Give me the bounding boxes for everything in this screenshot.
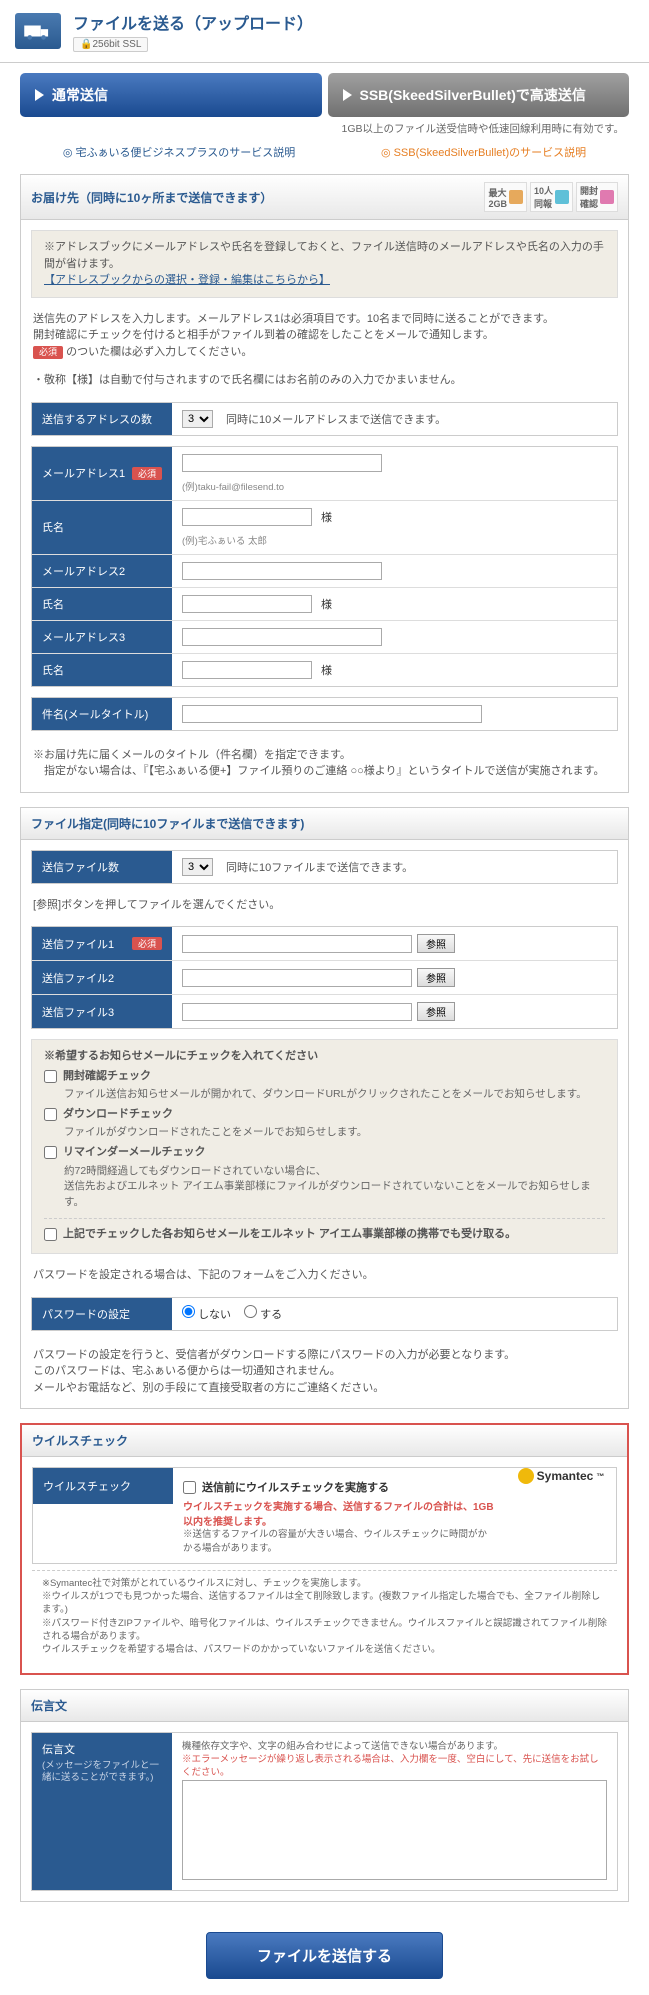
addressbook-note: ※アドレスブックにメールアドレスや氏名を登録しておくと、ファイル送信時のメールア… [44, 239, 605, 272]
label-file-count: 送信ファイル数 [32, 851, 172, 883]
feature-badges: 最大2GB 10人同報 開封確認 [484, 182, 618, 212]
input-addr3[interactable] [182, 628, 382, 646]
radio-pw-no[interactable] [182, 1305, 195, 1318]
textarea-message[interactable] [182, 1780, 607, 1880]
page-header: ファイルを送る（アップロード） 🔒256bit SSL [0, 0, 649, 63]
input-file1[interactable] [182, 935, 412, 953]
section-virus: ウイルスチェック ウイルスチェック 送信前にウイルスチェックを実施する ウイルス… [20, 1423, 629, 1674]
input-name2[interactable] [182, 595, 312, 613]
input-file3[interactable] [182, 1003, 412, 1021]
radio-pw-yes[interactable] [244, 1305, 257, 1318]
dest-header: お届け先（同時に10ヶ所まで送信できます） [31, 189, 272, 206]
tab-normal-send[interactable]: 通常送信 [20, 73, 322, 117]
truck-icon [15, 13, 61, 49]
browse-btn-2[interactable]: 参照 [417, 968, 455, 987]
input-subject[interactable] [182, 705, 482, 723]
label-msg: 伝言文 [42, 1744, 75, 1756]
section-files: ファイル指定(同時に10ファイルまで送信できます) 送信ファイル数 3 同時に1… [20, 807, 629, 1410]
virus-header: ウイルスチェック [22, 1425, 627, 1457]
input-file2[interactable] [182, 969, 412, 987]
label-name3: 氏名 [32, 654, 172, 686]
chk-mobile[interactable] [44, 1228, 57, 1241]
label-virus: ウイルスチェック [33, 1468, 173, 1504]
browse-btn-3[interactable]: 参照 [417, 1002, 455, 1021]
label-addr-count: 送信するアドレスの数 [32, 403, 172, 435]
input-addr2[interactable] [182, 562, 382, 580]
msg-header: 伝言文 [21, 1690, 628, 1722]
ssb-subtitle: 1GB以上のファイル送受信時や低速回線利用時に有効です。 [0, 121, 649, 138]
label-file3: 送信ファイル3 [32, 995, 172, 1028]
files-header: ファイル指定(同時に10ファイルまで送信できます) [21, 808, 628, 840]
chk-download[interactable] [44, 1108, 57, 1121]
label-addr1: メールアドレス1 [42, 465, 125, 481]
label-subject: 件名(メールタイトル) [32, 698, 172, 730]
label-file1: 送信ファイル1 [42, 936, 114, 952]
addressbook-link[interactable]: 【アドレスブックからの選択・登録・編集はこちらから】 [44, 274, 330, 286]
browse-btn-1[interactable]: 参照 [417, 934, 455, 953]
chk-reminder[interactable] [44, 1146, 57, 1159]
label-addr2: メールアドレス2 [32, 555, 172, 587]
section-message: 伝言文 伝言文 (メッセージをファイルと一緒に送ることができます。) 機種依存文… [20, 1689, 629, 1902]
link-ssb-service[interactable]: ◎SSB(SkeedSilverBullet)のサービス説明 [381, 144, 586, 160]
select-file-count[interactable]: 3 [182, 858, 213, 876]
section-destination: お届け先（同時に10ヶ所まで送信できます） 最大2GB 10人同報 開封確認 ※… [20, 174, 629, 793]
submit-button[interactable]: ファイルを送信する [206, 1932, 443, 1979]
chk-virus[interactable] [183, 1481, 196, 1494]
label-name2: 氏名 [32, 588, 172, 620]
label-name1: 氏名 [32, 501, 172, 554]
input-name1[interactable] [182, 508, 312, 526]
input-name3[interactable] [182, 661, 312, 679]
input-addr1[interactable] [182, 454, 382, 472]
tab-ssb-send[interactable]: SSB(SkeedSilverBullet)で高速送信 [328, 73, 630, 117]
label-file2: 送信ファイル2 [32, 961, 172, 994]
link-biz-service[interactable]: ◎宅ふぁいる便ビジネスプラスのサービス説明 [63, 144, 295, 160]
chk-open-confirm[interactable] [44, 1070, 57, 1083]
select-addr-count[interactable]: 3 [182, 410, 213, 428]
page-title: ファイルを送る（アップロード） [73, 10, 634, 34]
ssl-badge: 🔒256bit SSL [73, 37, 148, 52]
mode-tabs: 通常送信 SSB(SkeedSilverBullet)で高速送信 [0, 63, 649, 121]
symantec-logo: Symantec™ [518, 1468, 605, 1484]
label-password: パスワードの設定 [32, 1298, 172, 1330]
label-addr3: メールアドレス3 [32, 621, 172, 653]
